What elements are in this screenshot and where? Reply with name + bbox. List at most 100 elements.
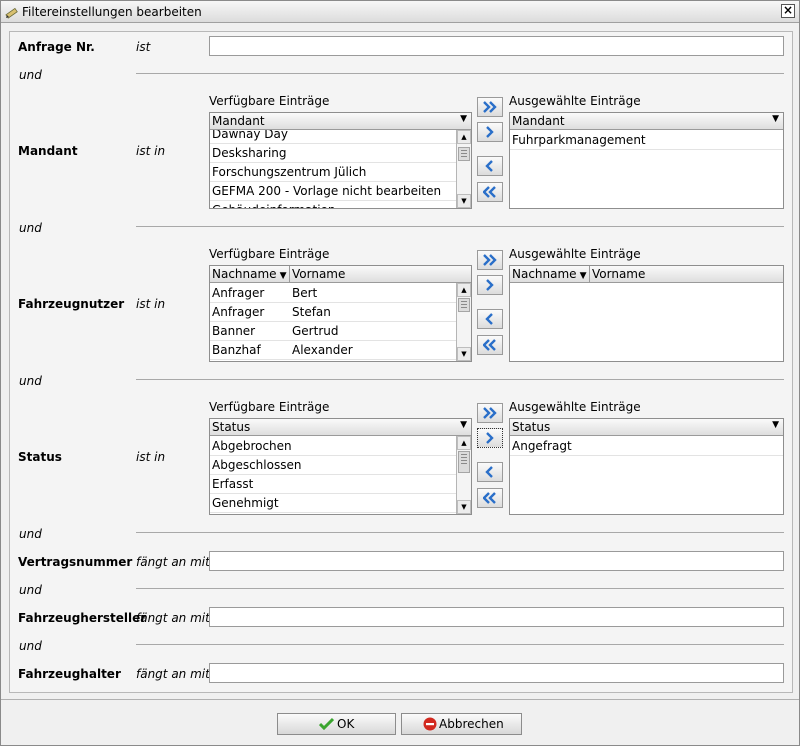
add-all-button[interactable] <box>477 250 503 270</box>
scroll-down-icon[interactable]: ▼ <box>457 194 471 208</box>
hersteller-input[interactable] <box>209 607 784 627</box>
table-row[interactable]: Banner Gertrud <box>210 322 456 341</box>
column-header-nachname[interactable]: Nachname ▼ <box>210 266 290 283</box>
checkmark-icon <box>319 717 334 731</box>
add-button[interactable] <box>477 122 503 142</box>
table-row[interactable]: Anfrager Bert <box>210 284 456 303</box>
sort-desc-icon[interactable]: ▼ <box>772 420 779 430</box>
add-button[interactable] <box>477 428 503 448</box>
available-caption: Verfügbare Einträge <box>209 400 330 414</box>
remove-all-button[interactable] <box>477 488 503 508</box>
list-item[interactable]: Desksharing <box>210 144 456 163</box>
list-item[interactable]: GEFMA 200 - Vorlage nicht bearbeiten <box>210 182 456 201</box>
list-item[interactable]: Abgeschlossen <box>210 456 456 475</box>
sort-desc-icon[interactable]: ▼ <box>460 114 467 124</box>
double-chevron-left-icon <box>483 339 496 351</box>
nutzer-selected-list[interactable]: Nachname ▼ Vorname <box>509 265 784 362</box>
column-header-nachname[interactable]: Nachname ▼ <box>510 266 590 283</box>
add-all-button[interactable] <box>477 97 503 117</box>
status-selected-list[interactable]: Status ▼ Angefragt <box>509 418 784 515</box>
scroll-down-icon[interactable]: ▼ <box>457 347 471 361</box>
conjunction-label: und <box>19 374 42 388</box>
list-item[interactable]: Forschungszentrum Jülich <box>210 163 456 182</box>
column-header-status[interactable]: Status <box>210 419 457 436</box>
column-header-vorname[interactable]: Vorname <box>590 266 783 283</box>
chevron-right-icon <box>486 126 494 138</box>
chevron-right-icon <box>486 279 494 291</box>
remove-button[interactable] <box>477 462 503 482</box>
add-all-button[interactable] <box>477 403 503 423</box>
window-title: Filtereinstellungen bearbeiten <box>22 5 202 19</box>
remove-all-button[interactable] <box>477 335 503 355</box>
table-row[interactable]: Banzhaf Alexander <box>210 341 456 360</box>
halter-operator: fängt an mit <box>136 667 210 681</box>
list-header[interactable]: Mandant ▼ <box>510 113 783 130</box>
conjunction-label: und <box>19 68 42 82</box>
mandant-available-list[interactable]: Mandant ▼ Dawnay Day Desksharing Forschu… <box>209 112 472 209</box>
close-icon[interactable]: × <box>781 4 795 18</box>
mandant-label: Mandant <box>18 144 78 158</box>
anfrage-operator: ist <box>136 40 151 54</box>
sort-desc-icon[interactable]: ▼ <box>772 114 779 124</box>
available-caption: Verfügbare Einträge <box>209 94 330 108</box>
add-button[interactable] <box>477 275 503 295</box>
status-available-list[interactable]: Status ▼ Abgebrochen Abgeschlossen Erfas… <box>209 418 472 515</box>
chevron-right-icon <box>486 432 494 444</box>
list-item[interactable]: Angefragt <box>510 437 783 456</box>
status-operator: ist in <box>136 450 166 464</box>
list-header[interactable]: Nachname ▼ Vorname <box>510 266 783 283</box>
list-header[interactable]: Status ▼ <box>210 419 471 436</box>
ok-button[interactable]: OK <box>277 713 396 735</box>
list-header[interactable]: Nachname ▼ Vorname <box>210 266 471 283</box>
status-label: Status <box>18 450 62 464</box>
sort-desc-icon: ▼ <box>279 271 287 281</box>
title-bar[interactable]: Filtereinstellungen bearbeiten × <box>1 1 799 23</box>
vertrag-input[interactable] <box>209 551 784 571</box>
double-chevron-right-icon <box>483 407 497 419</box>
list-item[interactable]: Genehmigt <box>210 494 456 513</box>
mandant-selected-list[interactable]: Mandant ▼ Fuhrparkmanagement <box>509 112 784 209</box>
scroll-thumb[interactable] <box>458 147 470 161</box>
conjunction-label: und <box>19 221 42 235</box>
scroll-up-icon[interactable]: ▲ <box>457 130 471 144</box>
separator <box>136 226 784 227</box>
list-item[interactable]: Erfasst <box>210 475 456 494</box>
column-header-mandant[interactable]: Mandant <box>510 113 783 130</box>
list-item[interactable]: Gebäudeinformation <box>210 201 456 208</box>
anfrage-label: Anfrage Nr. <box>18 40 95 54</box>
list-header[interactable]: Status ▼ <box>510 419 783 436</box>
separator <box>136 644 784 645</box>
halter-label: Fahrzeughalter <box>18 667 121 681</box>
column-header-status[interactable]: Status <box>510 419 783 436</box>
remove-button[interactable] <box>477 156 503 176</box>
conjunction-label: und <box>19 583 42 597</box>
stop-icon <box>423 717 437 731</box>
scroll-up-icon[interactable]: ▲ <box>457 283 471 297</box>
halter-input[interactable] <box>209 663 784 683</box>
vertical-scrollbar[interactable]: ▲ ▼ <box>456 283 471 361</box>
sort-desc-icon[interactable]: ▼ <box>460 420 467 430</box>
vertical-scrollbar[interactable]: ▲ ▼ <box>456 436 471 514</box>
scroll-thumb[interactable] <box>458 298 470 312</box>
mandant-operator: ist in <box>136 144 166 158</box>
scroll-up-icon[interactable]: ▲ <box>457 436 471 450</box>
table-row[interactable]: Anfrager Stefan <box>210 303 456 322</box>
remove-button[interactable] <box>477 309 503 329</box>
cancel-button[interactable]: Abbrechen <box>401 713 522 735</box>
list-item[interactable]: Fuhrparkmanagement <box>510 131 783 150</box>
selected-caption: Ausgewählte Einträge <box>509 400 641 414</box>
list-item[interactable]: Abgebrochen <box>210 437 456 456</box>
scroll-thumb[interactable] <box>458 451 470 473</box>
separator <box>136 379 784 380</box>
nutzer-available-list[interactable]: Nachname ▼ Vorname Anfrager Bert Anfrager S… <box>209 265 472 362</box>
double-chevron-right-icon <box>483 254 497 266</box>
scroll-down-icon[interactable]: ▼ <box>457 500 471 514</box>
nutzer-operator: ist in <box>136 297 166 311</box>
double-chevron-right-icon <box>483 101 497 113</box>
conjunction-label: und <box>19 527 42 541</box>
hersteller-operator: fängt an mit <box>136 611 210 625</box>
remove-all-button[interactable] <box>477 182 503 202</box>
vertical-scrollbar[interactable]: ▲ ▼ <box>456 130 471 208</box>
anfrage-input[interactable] <box>209 36 784 56</box>
column-header-vorname[interactable]: Vorname <box>290 266 457 283</box>
